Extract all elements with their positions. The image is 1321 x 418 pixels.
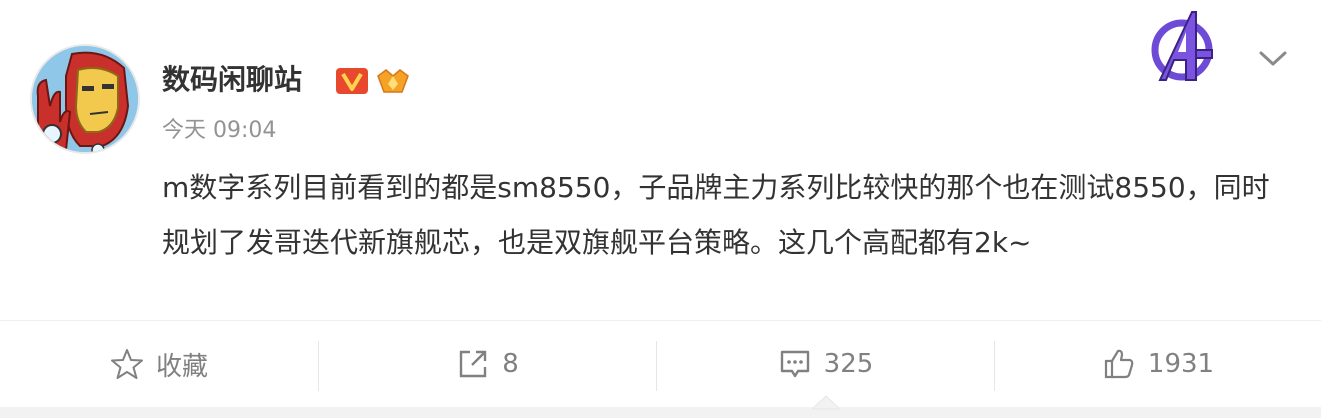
post-text: m数字系列目前看到的都是sm8550，子品牌主力系列比较快的那个也在测试8550…: [162, 171, 1270, 259]
comment-icon: [780, 350, 809, 378]
post-timestamp[interactable]: 今天 09:04: [162, 115, 276, 147]
thumbs-up-icon: [1104, 349, 1134, 379]
comment-count: 325: [823, 349, 874, 379]
avengers-logo: [1146, 6, 1222, 90]
star-icon: [110, 349, 143, 379]
comment-pointer-notch: [810, 394, 842, 410]
like-count: 1931: [1147, 349, 1215, 379]
repost-button[interactable]: 8: [319, 321, 656, 407]
weibo-post-card: 数码闲聊站 今天 09:04 m数字系列目前看到的都是sm8550，子品牌主力系…: [0, 0, 1321, 418]
repost-count: 8: [502, 349, 519, 379]
like-button[interactable]: 1931: [995, 321, 1321, 407]
fan-level-badge[interactable]: [376, 66, 410, 96]
share-icon: [460, 350, 487, 378]
verified-v-badge[interactable]: [335, 67, 369, 95]
comment-panel-edge: [0, 407, 1321, 418]
action-bar: 收藏 8 325 1931: [0, 321, 1321, 407]
iron-man-avatar-image: [32, 46, 138, 152]
favorite-label: 收藏: [155, 351, 208, 382]
chevron-down-icon[interactable]: [1256, 46, 1290, 70]
author-name[interactable]: 数码闲聊站: [162, 56, 302, 104]
favorite-button[interactable]: 收藏: [0, 321, 318, 407]
avatar[interactable]: [30, 44, 140, 154]
